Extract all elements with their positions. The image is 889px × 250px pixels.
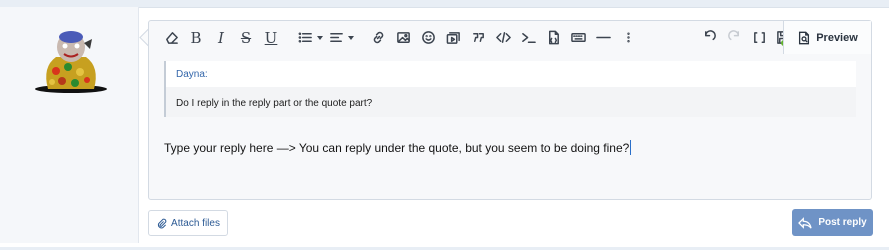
keyboard-icon[interactable] — [566, 26, 590, 50]
reply-icon — [798, 216, 812, 229]
speech-arrow — [129, 28, 149, 48]
list-dropdown-button[interactable] — [294, 26, 324, 50]
strikethrough-label: S — [240, 28, 252, 47]
editor-content[interactable]: Type your reply here —> You can reply un… — [164, 140, 632, 155]
attach-files-label: Attach files — [171, 217, 220, 229]
preview-button[interactable]: Preview — [783, 21, 871, 54]
attach-files-button[interactable]: Attach files — [148, 210, 228, 236]
reply-editor[interactable]: B I S U Preview Dayna: Do I reply in the… — [148, 20, 872, 200]
bold-label: B — [190, 28, 202, 47]
italic-button[interactable]: I — [209, 26, 233, 50]
quote-icon[interactable] — [466, 26, 490, 50]
user-column — [0, 7, 139, 243]
quote-author: Dayna: — [166, 61, 856, 87]
link-icon[interactable] — [366, 26, 390, 50]
preview-icon — [799, 31, 810, 44]
file-icon[interactable] — [541, 26, 565, 50]
align-dropdown-button[interactable] — [325, 26, 355, 50]
eraser-icon[interactable] — [159, 26, 183, 50]
underline-button[interactable]: U — [259, 26, 283, 50]
avatar[interactable] — [34, 27, 108, 93]
editor-content-text: Type your reply here —> You can reply un… — [164, 141, 630, 155]
image-icon[interactable] — [391, 26, 415, 50]
quote-block: Dayna: Do I reply in the reply part or t… — [164, 61, 856, 117]
text-cursor — [630, 140, 632, 155]
horizontal-line-icon[interactable] — [591, 26, 615, 50]
post-reply-label: Post reply — [818, 217, 867, 228]
inline-code-icon[interactable] — [516, 26, 540, 50]
strikethrough-button[interactable]: S — [234, 26, 258, 50]
bold-button[interactable]: B — [184, 26, 208, 50]
more-options-icon[interactable] — [616, 26, 640, 50]
underline-label: U — [264, 28, 278, 47]
post-reply-button[interactable]: Post reply — [792, 209, 873, 236]
media-icon[interactable] — [441, 26, 465, 50]
preview-label: Preview — [816, 31, 858, 44]
toggle-bbcode-icon[interactable] — [747, 26, 771, 50]
editor-toolbar: B I S U — [149, 21, 871, 54]
quote-text: Do I reply in the reply part or the quot… — [176, 98, 373, 109]
undo-icon[interactable] — [697, 26, 721, 50]
italic-label: I — [218, 28, 224, 47]
paperclip-icon — [157, 218, 167, 228]
smilies-icon[interactable] — [416, 26, 440, 50]
code-icon[interactable] — [491, 26, 515, 50]
chevron-down-icon — [348, 35, 354, 40]
chevron-down-icon — [317, 35, 323, 40]
redo-icon[interactable] — [722, 26, 746, 50]
